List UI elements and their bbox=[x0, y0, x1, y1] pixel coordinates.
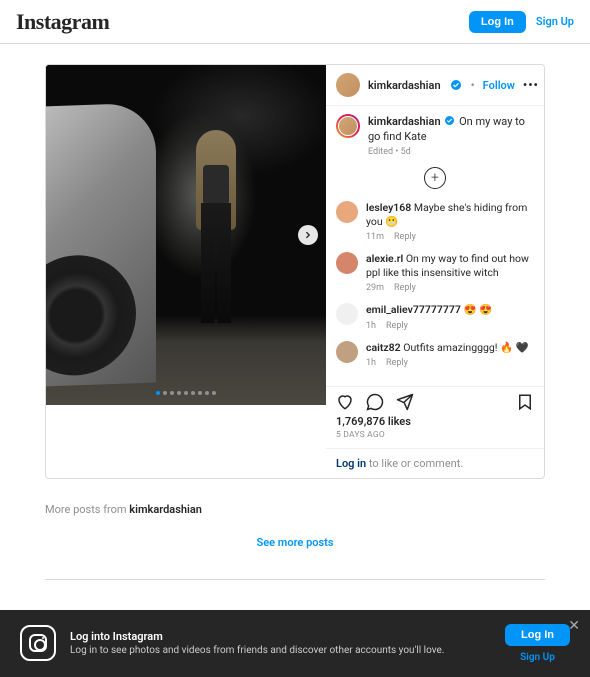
comment-meta: 11m Reply bbox=[366, 232, 534, 242]
carousel-dot[interactable] bbox=[205, 391, 209, 395]
like-icon[interactable] bbox=[336, 393, 354, 411]
banner-text: Log into Instagram Log in to see photos … bbox=[70, 630, 444, 656]
header-actions: Log In Sign Up bbox=[469, 11, 574, 33]
carousel-dot[interactable] bbox=[170, 391, 174, 395]
commenter-username[interactable]: emil_aliev77777777 bbox=[366, 303, 461, 316]
reply-button[interactable]: Reply bbox=[386, 358, 408, 368]
caption-username[interactable]: kimkardashian bbox=[368, 115, 441, 128]
banner-title: Log into Instagram bbox=[70, 630, 444, 643]
post-timestamp: 5 days ago bbox=[326, 430, 544, 448]
comment-meta: 1h Reply bbox=[366, 321, 534, 331]
comment-time: 1h bbox=[366, 321, 376, 331]
commenter-avatar[interactable] bbox=[336, 303, 358, 325]
commenter-avatar[interactable] bbox=[336, 341, 358, 363]
comment-row: alexie.rl On my way to find out how ppl … bbox=[336, 252, 534, 293]
verified-badge-icon bbox=[445, 116, 454, 125]
verified-badge-icon bbox=[451, 80, 461, 90]
commenter-username[interactable]: alexie.rl bbox=[366, 252, 403, 265]
comment-body: 😍 😍 bbox=[463, 303, 492, 316]
comment-row: emil_aliev77777777 😍 😍 1h Reply bbox=[336, 303, 534, 330]
signup-link[interactable]: Sign Up bbox=[536, 15, 574, 28]
comment-body: Outfits amazingggg! 🔥 🖤 bbox=[403, 341, 529, 354]
more-posts-author[interactable]: kimkardashian bbox=[129, 503, 202, 516]
caption-meta: Edited • 5d bbox=[368, 147, 534, 157]
comment-icon[interactable] bbox=[366, 393, 384, 411]
photo-content bbox=[46, 65, 326, 405]
banner-login-button[interactable]: Log In bbox=[505, 624, 570, 646]
close-icon[interactable]: ✕ bbox=[568, 618, 580, 634]
commenter-avatar[interactable] bbox=[336, 252, 358, 274]
reply-button[interactable]: Reply bbox=[394, 283, 416, 293]
chevron-right-icon bbox=[303, 230, 313, 240]
share-icon[interactable] bbox=[396, 393, 414, 411]
reply-button[interactable]: Reply bbox=[386, 321, 408, 331]
login-banner: Log into Instagram Log in to see photos … bbox=[0, 610, 590, 677]
caption-row: kimkardashian On my way to go find Kate … bbox=[336, 114, 534, 157]
top-nav: Instagram Log In Sign Up bbox=[0, 0, 590, 44]
carousel-dot[interactable] bbox=[191, 391, 195, 395]
comment-time: 11m bbox=[366, 232, 384, 242]
login-to-comment: Log in to like or comment. bbox=[326, 448, 544, 478]
carousel-dot[interactable] bbox=[163, 391, 167, 395]
follow-button[interactable]: Follow bbox=[483, 79, 515, 92]
caption: kimkardashian On my way to go find Kate bbox=[368, 114, 534, 145]
post-card: kimkardashian • Follow ••• kimkardashian… bbox=[45, 64, 545, 479]
likes-count[interactable]: 1,769,876 likes bbox=[326, 415, 544, 430]
carousel-dot[interactable] bbox=[177, 391, 181, 395]
post-sidebar: kimkardashian • Follow ••• kimkardashian… bbox=[326, 65, 544, 478]
action-bar bbox=[326, 386, 544, 415]
comment-time: 1h bbox=[366, 358, 376, 368]
comment-meta: 29m Reply bbox=[366, 283, 534, 293]
comment-meta: 1h Reply bbox=[366, 358, 534, 368]
author-username[interactable]: kimkardashian bbox=[368, 79, 441, 92]
more-options-button[interactable]: ••• bbox=[523, 78, 539, 92]
comment-text: caitz82 Outfits amazingggg! 🔥 🖤 bbox=[366, 341, 534, 355]
banner-subtitle: Log in to see photos and videos from fri… bbox=[70, 645, 444, 656]
save-icon[interactable] bbox=[516, 393, 534, 411]
banner-actions: Log In Sign Up bbox=[505, 624, 570, 663]
login-button[interactable]: Log In bbox=[469, 11, 526, 33]
comment-text: alexie.rl On my way to find out how ppl … bbox=[366, 252, 534, 280]
post-body: kimkardashian On my way to go find Kate … bbox=[326, 106, 544, 386]
reply-button[interactable]: Reply bbox=[394, 232, 416, 242]
see-more-posts-button[interactable]: See more posts bbox=[45, 516, 545, 580]
separator-dot: • bbox=[471, 78, 475, 92]
commenter-username[interactable]: caitz82 bbox=[366, 341, 401, 354]
commenter-username[interactable]: lesley168 bbox=[366, 201, 411, 214]
carousel-dot[interactable] bbox=[184, 391, 188, 395]
carousel-dot[interactable] bbox=[212, 391, 216, 395]
instagram-logo[interactable]: Instagram bbox=[16, 9, 109, 35]
comment-row: lesley168 Maybe she's hiding from you 😬 … bbox=[336, 201, 534, 242]
comment-text: emil_aliev77777777 😍 😍 bbox=[366, 303, 534, 317]
carousel-indicators bbox=[156, 391, 216, 395]
author-avatar-story[interactable] bbox=[336, 114, 360, 138]
login-link[interactable]: Log in bbox=[336, 457, 366, 470]
comment-time: 29m bbox=[366, 283, 384, 293]
carousel-dot[interactable] bbox=[198, 391, 202, 395]
comments-list: lesley168 Maybe she's hiding from you 😬 … bbox=[336, 201, 534, 368]
comment-row: caitz82 Outfits amazingggg! 🔥 🖤 1h Reply bbox=[336, 341, 534, 368]
carousel-dot[interactable] bbox=[156, 391, 160, 395]
post-media[interactable] bbox=[46, 65, 326, 405]
add-comment-button[interactable]: + bbox=[424, 167, 446, 189]
carousel-next-button[interactable] bbox=[298, 225, 318, 245]
banner-signup-link[interactable]: Sign Up bbox=[520, 652, 555, 663]
commenter-avatar[interactable] bbox=[336, 201, 358, 223]
post-header: kimkardashian • Follow ••• bbox=[326, 65, 544, 106]
more-posts-heading: More posts from kimkardashian bbox=[45, 503, 545, 516]
comment-text: lesley168 Maybe she's hiding from you 😬 bbox=[366, 201, 534, 229]
author-avatar[interactable] bbox=[336, 73, 360, 97]
instagram-glyph-icon bbox=[20, 625, 56, 661]
